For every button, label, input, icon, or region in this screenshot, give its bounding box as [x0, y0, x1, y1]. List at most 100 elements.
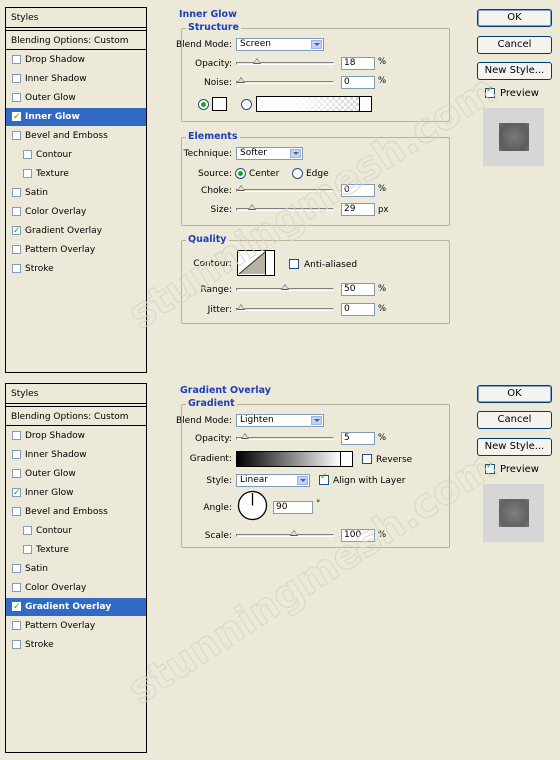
slider-thumb[interactable]: [241, 433, 250, 439]
satin-checkbox[interactable]: [12, 188, 21, 197]
pattern-overlay-checkbox[interactable]: [12, 621, 21, 630]
opacity-field[interactable]: 18: [341, 57, 375, 70]
scale-slider[interactable]: [236, 530, 334, 537]
sidebar-item-inner-glow[interactable]: Inner Glow: [6, 108, 146, 126]
gradient-overlay-checkbox[interactable]: [12, 222, 21, 240]
drop-shadow-checkbox[interactable]: [12, 431, 21, 440]
choke-field[interactable]: 0: [341, 184, 375, 197]
drop-shadow-checkbox[interactable]: [12, 55, 21, 64]
inner-glow-checkbox[interactable]: [12, 108, 21, 126]
sidebar-item-drop-shadow[interactable]: Drop Shadow: [6, 51, 146, 69]
solid-color-radio[interactable]: [198, 99, 209, 110]
satin-checkbox[interactable]: [12, 564, 21, 573]
sidebar-item-color-overlay[interactable]: Color Overlay: [6, 203, 146, 221]
sidebar-item-contour[interactable]: Contour: [6, 522, 146, 540]
align-with-layer-checkbox[interactable]: [319, 472, 329, 485]
blend-mode-select[interactable]: Screen: [236, 38, 324, 51]
contour-checkbox[interactable]: [23, 150, 32, 159]
sidebar-item-texture[interactable]: Texture: [6, 165, 146, 183]
pattern-overlay-checkbox[interactable]: [12, 245, 21, 254]
choke-slider[interactable]: [236, 185, 334, 192]
noise-field[interactable]: 0: [341, 76, 375, 89]
outer-glow-checkbox[interactable]: [12, 469, 21, 478]
inner-shadow-checkbox[interactable]: [12, 450, 21, 459]
contour-checkbox[interactable]: [23, 526, 32, 535]
gradient-overlay-checkbox[interactable]: [12, 598, 21, 616]
slider-thumb[interactable]: [237, 77, 245, 83]
contour-picker[interactable]: [237, 250, 275, 276]
chevron-down-icon[interactable]: [340, 452, 352, 466]
slider-thumb[interactable]: [281, 284, 289, 290]
blending-options[interactable]: Blending Options: Custom: [6, 406, 146, 426]
chevron-down-icon[interactable]: [265, 251, 274, 275]
cancel-button[interactable]: Cancel: [477, 36, 552, 54]
inner-shadow-checkbox[interactable]: [12, 74, 21, 83]
sidebar-item-inner-glow[interactable]: Inner Glow: [6, 484, 146, 502]
new-style-button-2[interactable]: New Style...: [477, 438, 552, 456]
sidebar-item-pattern-overlay[interactable]: Pattern Overlay: [6, 241, 146, 259]
sidebar-item-texture[interactable]: Texture: [6, 541, 146, 559]
gradient-bar[interactable]: [236, 451, 353, 467]
ok-button[interactable]: OK: [477, 9, 552, 27]
sidebar-item-drop-shadow[interactable]: Drop Shadow: [6, 427, 146, 445]
source-center-radio[interactable]: [235, 168, 246, 179]
stroke-checkbox[interactable]: [12, 640, 21, 649]
sidebar-item-satin[interactable]: Satin: [6, 560, 146, 578]
inner-glow-checkbox[interactable]: [12, 484, 21, 502]
sidebar-item-bevel-and-emboss[interactable]: Bevel and Emboss: [6, 127, 146, 145]
g-blend-mode-select[interactable]: Lighten: [236, 414, 324, 427]
technique-select[interactable]: Softer: [236, 147, 303, 160]
sidebar-item-color-overlay[interactable]: Color Overlay: [6, 579, 146, 597]
gradient-preview[interactable]: [256, 96, 372, 112]
size-slider[interactable]: [236, 204, 334, 211]
sidebar-item-gradient-overlay[interactable]: Gradient Overlay: [6, 222, 146, 240]
bevel-and-emboss-checkbox[interactable]: [12, 131, 21, 140]
glow-color-swatch[interactable]: [212, 97, 227, 111]
sidebar-item-inner-shadow[interactable]: Inner Shadow: [6, 446, 146, 464]
g-opacity-field[interactable]: 5: [341, 432, 375, 445]
slider-thumb[interactable]: [247, 204, 256, 210]
range-field[interactable]: 50: [341, 283, 375, 296]
sidebar-item-outer-glow[interactable]: Outer Glow: [6, 89, 146, 107]
preview-checkbox[interactable]: [485, 85, 495, 98]
size-field[interactable]: 29: [341, 203, 375, 216]
range-slider[interactable]: [236, 284, 334, 291]
stroke-checkbox[interactable]: [12, 264, 21, 273]
new-style-button[interactable]: New Style...: [477, 62, 552, 80]
jitter-field[interactable]: 0: [341, 303, 375, 316]
style-select[interactable]: Linear: [236, 474, 310, 487]
cancel-button-2[interactable]: Cancel: [477, 411, 552, 429]
sidebar-item-inner-shadow[interactable]: Inner Shadow: [6, 70, 146, 88]
angle-dial[interactable]: [237, 490, 268, 521]
texture-checkbox[interactable]: [23, 545, 32, 554]
bevel-and-emboss-checkbox[interactable]: [12, 507, 21, 516]
scale-field[interactable]: 100: [341, 529, 375, 542]
sidebar-item-gradient-overlay[interactable]: Gradient Overlay: [6, 598, 146, 616]
outer-glow-checkbox[interactable]: [12, 93, 21, 102]
slider-thumb[interactable]: [237, 185, 245, 191]
opacity-slider[interactable]: [236, 58, 334, 65]
gradient-radio[interactable]: [241, 99, 252, 110]
color-overlay-checkbox[interactable]: [12, 207, 21, 216]
reverse-checkbox[interactable]: [362, 454, 372, 464]
angle-field[interactable]: 90: [273, 501, 313, 514]
sidebar-item-bevel-and-emboss[interactable]: Bevel and Emboss: [6, 503, 146, 521]
g-opacity-slider[interactable]: [236, 433, 334, 440]
chevron-down-icon[interactable]: [359, 97, 371, 111]
ok-button-2[interactable]: OK: [477, 385, 552, 403]
color-overlay-checkbox[interactable]: [12, 583, 21, 592]
slider-thumb[interactable]: [237, 304, 245, 310]
jitter-slider[interactable]: [236, 304, 334, 311]
source-edge-radio[interactable]: [292, 168, 303, 179]
sidebar-item-satin[interactable]: Satin: [6, 184, 146, 202]
slider-thumb[interactable]: [289, 530, 298, 536]
slider-thumb[interactable]: [252, 58, 261, 64]
anti-aliased-checkbox[interactable]: [289, 259, 299, 269]
texture-checkbox[interactable]: [23, 169, 32, 178]
sidebar-item-contour[interactable]: Contour: [6, 146, 146, 164]
sidebar-item-stroke[interactable]: Stroke: [6, 636, 146, 654]
sidebar-item-outer-glow[interactable]: Outer Glow: [6, 465, 146, 483]
sidebar-item-pattern-overlay[interactable]: Pattern Overlay: [6, 617, 146, 635]
noise-slider[interactable]: [236, 77, 334, 84]
preview-checkbox-2[interactable]: [485, 461, 495, 474]
